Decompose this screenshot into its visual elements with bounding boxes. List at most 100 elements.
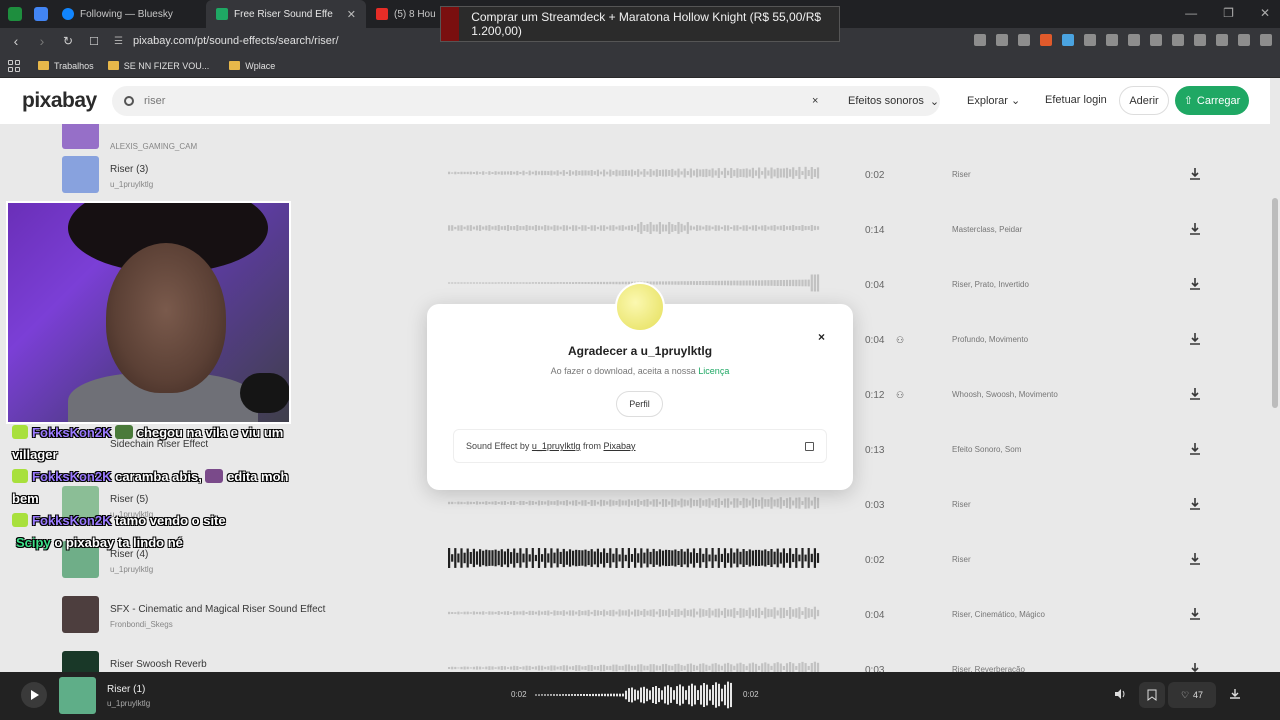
waveform-bar [724, 684, 726, 706]
waveform-bar [703, 683, 705, 707]
brave-icon[interactable] [1040, 34, 1052, 46]
extension-icon[interactable] [1062, 34, 1074, 46]
waveform-bar [619, 693, 621, 697]
play-button[interactable] [21, 682, 47, 708]
maximize-icon[interactable]: ❐ [1223, 6, 1234, 20]
waveform-bar [541, 694, 543, 696]
extension-icon[interactable] [974, 34, 986, 46]
stream-chat: FokksKon2K chegou na vila e viu um villa… [10, 422, 300, 554]
site-info-icon[interactable]: ☰ [114, 36, 123, 47]
tab-label: Following — Bluesky [80, 8, 173, 20]
menu-icon[interactable] [1260, 34, 1272, 46]
join-button[interactable]: Aderir [1119, 86, 1169, 115]
play-icon [31, 690, 39, 700]
player-time-current: 0:02 [511, 690, 527, 699]
extension-icon[interactable] [1238, 34, 1250, 46]
tab-pixabay[interactable]: Free Riser Sound Effects Downlo ✕ [206, 0, 366, 28]
bookmark-se-nn-fizer[interactable]: SE NN FIZER VOU... [107, 61, 209, 71]
waveform-bar [676, 686, 678, 704]
forward-icon[interactable]: › [32, 33, 52, 49]
bookmark-icon [1147, 689, 1157, 701]
waveform-bar [634, 689, 636, 701]
page-scrollbar[interactable] [1270, 78, 1280, 672]
player-waveform[interactable] [535, 680, 735, 710]
emote-icon [115, 425, 134, 439]
extension-icon[interactable] [1018, 34, 1030, 46]
bookmark-button[interactable] [1139, 682, 1165, 708]
waveform-bar [568, 694, 570, 696]
bookmark-trabalhos[interactable]: Trabalhos [38, 61, 94, 71]
upload-button[interactable]: ⇧ Carregar [1175, 86, 1249, 115]
url-field[interactable]: ☰ pixabay.com/pt/sound-effects/search/ri… [114, 35, 339, 47]
waveform-bar [556, 694, 558, 696]
waveform-bar [586, 694, 588, 696]
scrollbar-thumb[interactable] [1272, 198, 1278, 408]
profile-button[interactable]: Perfil [616, 391, 663, 417]
extension-icon[interactable] [1194, 34, 1206, 46]
close-window-icon[interactable]: ✕ [1260, 6, 1270, 20]
download-icon[interactable] [1229, 688, 1241, 700]
waveform-bar [673, 690, 675, 700]
extension-icon[interactable] [1216, 34, 1228, 46]
pinned-tab-docs[interactable] [30, 3, 52, 25]
extension-icon[interactable] [1150, 34, 1162, 46]
close-modal-icon[interactable]: × [818, 330, 825, 344]
back-icon[interactable]: ‹ [6, 33, 26, 49]
waveform-bar [667, 685, 669, 705]
like-button[interactable]: ♡ 47 [1168, 682, 1216, 708]
copy-icon[interactable] [805, 442, 814, 451]
tab-label: (5) 8 Hours [394, 8, 436, 20]
extension-icon[interactable] [1106, 34, 1118, 46]
reload-icon[interactable]: ↻ [58, 34, 78, 48]
waveform-bar [688, 685, 690, 705]
search-input[interactable] [144, 95, 784, 107]
stream-goal-notification: Comprar um Streamdeck + Maratona Hollow … [440, 6, 840, 42]
extension-icon[interactable] [996, 34, 1008, 46]
waveform-bar [607, 693, 609, 697]
waveform-bar [727, 681, 729, 709]
tab-youtube[interactable]: (5) 8 Hours [366, 0, 436, 28]
waveform-bar [649, 690, 651, 700]
waveform-bar [610, 693, 612, 697]
folder-icon [38, 61, 49, 70]
login-link[interactable]: Efetuar login [1045, 94, 1107, 106]
emote-icon [205, 469, 224, 483]
pixabay-logo[interactable]: pixabay [22, 89, 97, 113]
url-text: pixabay.com/pt/sound-effects/search/rise… [132, 35, 339, 47]
chat-message: FokksKon2K tamo vendo o site [10, 510, 300, 532]
minimize-icon[interactable]: — [1185, 6, 1197, 20]
download-icon[interactable] [1172, 34, 1184, 46]
extension-icon[interactable] [1128, 34, 1140, 46]
chevron-down-icon: ⌄ [1011, 95, 1021, 107]
waveform-bar [694, 685, 696, 705]
explore-menu[interactable]: Explorar ⌄ [967, 94, 1020, 107]
pinned-tab-sheets[interactable] [4, 3, 26, 25]
waveform-bar [601, 693, 603, 697]
waveform-bar [706, 684, 708, 706]
clear-search-icon[interactable]: × [812, 95, 818, 107]
apps-icon[interactable] [8, 59, 20, 72]
waveform-bar [553, 694, 555, 696]
category-select[interactable]: Efeitos sonoros ⌄ [848, 95, 939, 108]
waveform-bar [622, 693, 624, 697]
waveform-bar [685, 690, 687, 700]
bookmark-icon[interactable]: ☐ [84, 35, 104, 48]
tab-bluesky[interactable]: Following — Bluesky [52, 0, 206, 28]
waveform-bar [637, 690, 639, 700]
volume-icon[interactable] [1114, 688, 1126, 700]
sub-badge-icon [12, 513, 28, 527]
bookmark-wplace[interactable]: Wplace [229, 61, 275, 71]
extension-icon[interactable] [1084, 34, 1096, 46]
window-controls: — ❐ ✕ [1185, 6, 1270, 20]
license-link[interactable]: Licença [698, 366, 729, 376]
tab-label: Free Riser Sound Effects Downlo [234, 8, 333, 20]
waveform-bar [559, 694, 561, 696]
waveform-bar [715, 682, 717, 708]
player-track-name: Riser (1) [107, 684, 146, 695]
credit-user-link[interactable]: u_1pruylktlg [532, 441, 581, 451]
close-tab-icon[interactable]: ✕ [347, 8, 356, 21]
chat-message: FokksKon2K caramba abis, edita moh bem [12, 469, 289, 506]
player-track-author[interactable]: u_1pruylktlg [107, 699, 150, 708]
webcam-face [106, 243, 226, 393]
credit-site-link[interactable]: Pixabay [603, 441, 635, 451]
